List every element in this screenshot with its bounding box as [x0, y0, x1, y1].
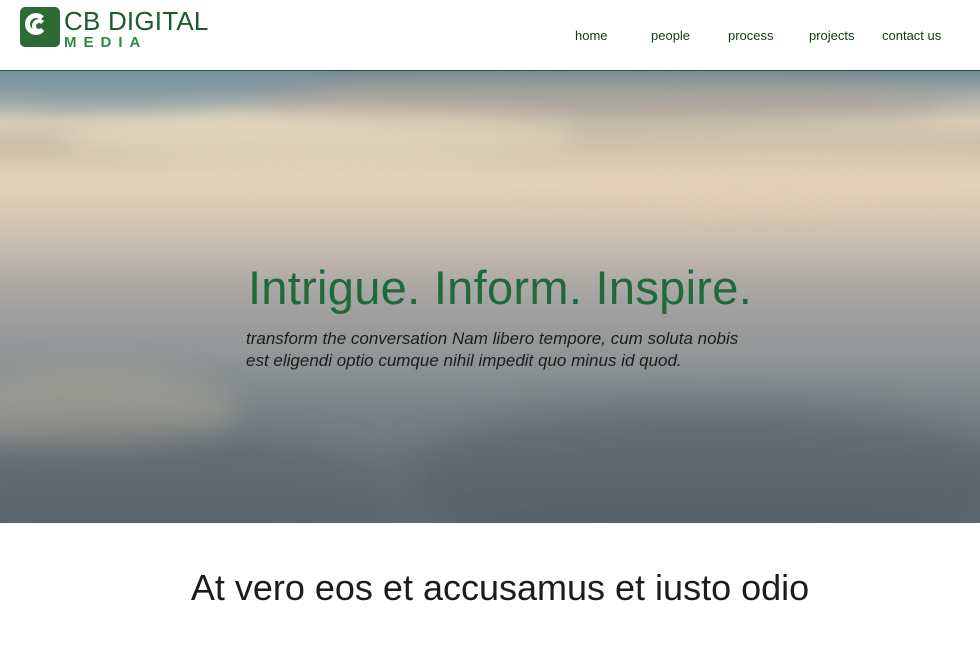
- nav-item-home[interactable]: home: [575, 28, 608, 43]
- nav-item-process[interactable]: process: [728, 28, 774, 43]
- nav-item-contact-us[interactable]: contact us: [882, 28, 941, 43]
- cloud-shape: [520, 141, 980, 201]
- hero-title: Intrigue. Inform. Inspire.: [247, 261, 753, 314]
- hero-subtitle-line2: est eligendi optio cumque nihil impedit …: [246, 351, 682, 370]
- cloud-shape: [60, 111, 580, 166]
- logo-name: CB DIGITAL: [64, 6, 209, 36]
- hero-subtitle: transform the conversation Nam libero te…: [246, 328, 786, 372]
- nav-item-people[interactable]: people: [651, 28, 690, 43]
- section-heading: At vero eos et accusamus et iusto odio: [190, 567, 810, 608]
- hero-banner: Intrigue. Inform. Inspire. transform the…: [0, 71, 980, 523]
- site-header: CB DIGITAL MEDIA home people process pro…: [0, 0, 980, 71]
- logo-text: CB DIGITAL MEDIA: [64, 7, 209, 50]
- logo-icon: [20, 7, 60, 47]
- logo-subname: MEDIA: [64, 34, 148, 51]
- logo[interactable]: CB DIGITAL MEDIA: [20, 7, 209, 50]
- nav-item-projects[interactable]: projects: [809, 28, 855, 43]
- city-shape: [400, 401, 980, 523]
- hero-subtitle-line1: transform the conversation Nam libero te…: [246, 329, 739, 348]
- city-shape: [0, 431, 400, 523]
